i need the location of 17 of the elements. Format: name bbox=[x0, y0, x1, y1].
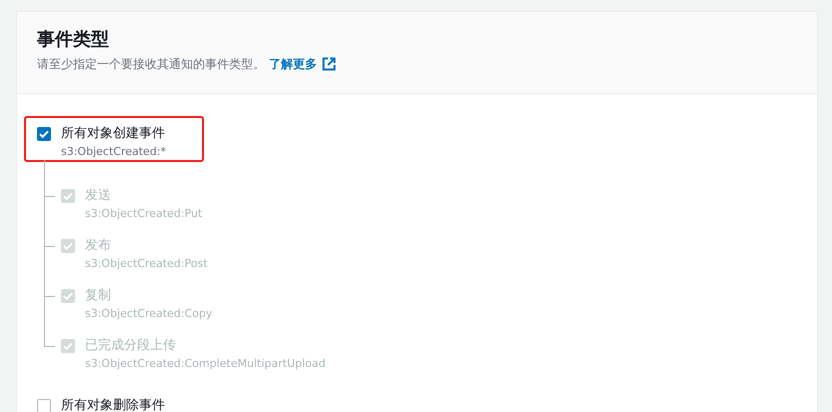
section-title: 事件类型 bbox=[37, 29, 109, 51]
checkbox[interactable] bbox=[37, 399, 51, 412]
event-code: s3:ObjectCreated:Post bbox=[85, 256, 208, 272]
event-code: s3:ObjectCreated:Put bbox=[85, 206, 202, 222]
event-code: s3:ObjectCreated:Copy bbox=[85, 306, 212, 322]
learn-more-link[interactable]: 了解更多 bbox=[269, 55, 336, 73]
option-label: 复制 bbox=[85, 287, 112, 305]
option-label: 所有对象创建事件 bbox=[61, 125, 166, 143]
external-link-icon bbox=[322, 57, 336, 71]
option-label: 发送 bbox=[85, 187, 112, 205]
option-label: 所有对象删除事件 bbox=[61, 397, 165, 412]
checkbox[interactable] bbox=[37, 127, 51, 141]
event-code: s3:ObjectCreated:* bbox=[61, 144, 166, 160]
event-code: s3:ObjectCreated:CompleteMultipartUpload bbox=[85, 356, 326, 372]
section-description: 请至少指定一个要接收其通知的事件类型。 bbox=[37, 56, 265, 73]
option-label: 已完成分段上传 bbox=[85, 337, 177, 355]
option-label: 发布 bbox=[85, 237, 112, 255]
